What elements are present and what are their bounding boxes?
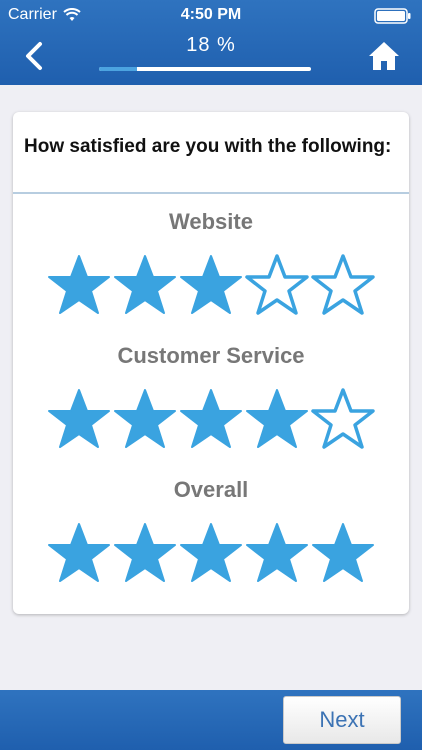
status-bar: Carrier 4:50 PM <box>0 0 422 30</box>
card-divider <box>13 192 409 194</box>
progress-bar <box>99 67 311 71</box>
rating-label-customer-service: Customer Service <box>117 343 305 368</box>
star-filled-icon[interactable] <box>179 521 243 585</box>
rating-label-website: Website <box>169 209 253 234</box>
star-filled-icon[interactable] <box>113 521 177 585</box>
star-filled-icon[interactable] <box>47 521 111 585</box>
star-filled-icon[interactable] <box>179 387 243 451</box>
star-rating-customer-service[interactable] <box>47 387 375 453</box>
star-filled-icon[interactable] <box>245 387 309 451</box>
status-time: 4:50 PM <box>180 6 242 23</box>
star-filled-icon[interactable] <box>245 521 309 585</box>
star-filled-icon[interactable] <box>179 253 243 317</box>
star-empty-icon[interactable] <box>311 387 375 451</box>
star-filled-icon[interactable] <box>47 387 111 451</box>
star-filled-icon[interactable] <box>113 253 177 317</box>
footer-bar: Next <box>0 690 422 750</box>
star-filled-icon[interactable] <box>113 387 177 451</box>
star-filled-icon[interactable] <box>47 253 111 317</box>
progress-bar-fill <box>99 67 138 71</box>
star-rating-overall[interactable] <box>47 521 375 587</box>
next-button[interactable]: Next <box>283 696 401 744</box>
survey-card: How satisfied are you with the following… <box>13 112 409 614</box>
question-title: How satisfied are you with the following… <box>24 136 392 157</box>
star-rating-website[interactable] <box>47 253 375 319</box>
battery-icon <box>374 8 411 24</box>
star-empty-icon[interactable] <box>311 253 375 317</box>
home-icon[interactable] <box>366 38 402 74</box>
star-empty-icon[interactable] <box>245 253 309 317</box>
progress-percent: 18 % <box>186 34 236 56</box>
star-filled-icon[interactable] <box>311 521 375 585</box>
rating-label-overall: Overall <box>173 477 249 502</box>
header-bar: Carrier 4:50 PM 18 % <box>0 0 422 85</box>
